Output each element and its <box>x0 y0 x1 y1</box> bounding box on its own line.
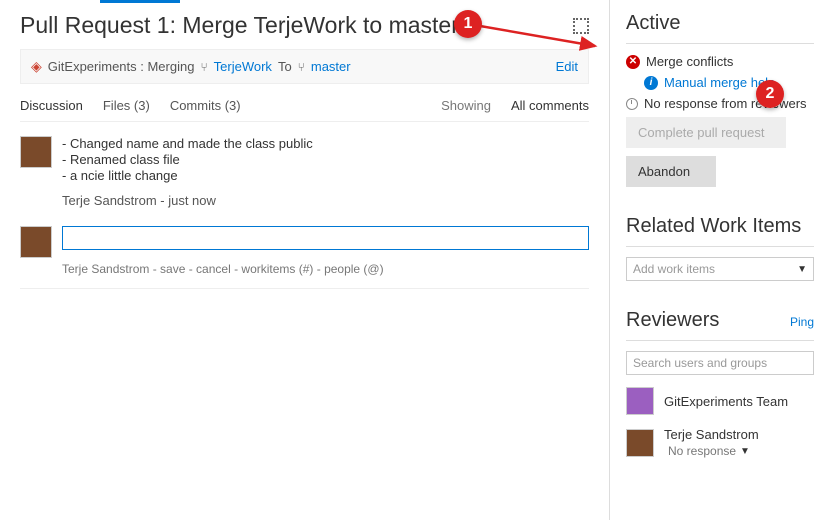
fullscreen-icon[interactable] <box>573 18 589 34</box>
merge-conflicts-label: Merge conflicts <box>646 54 733 69</box>
branch-icon: ⑂ <box>298 60 305 74</box>
divider <box>20 288 589 289</box>
branch-bar: ◈ GitExperiments : Merging ⑂ TerjeWork T… <box>20 49 589 84</box>
comment-meta: Terje Sandstrom - just now <box>62 193 589 208</box>
page-title: Pull Request 1: Merge TerjeWork to maste… <box>20 12 459 39</box>
showing-label: Showing <box>441 98 491 113</box>
tab-commits[interactable]: Commits (3) <box>170 98 241 113</box>
repo-icon: ◈ <box>31 58 42 75</box>
annotation-marker-2: 2 <box>756 80 784 108</box>
reviewer-status: No response <box>668 444 736 458</box>
compose-hint: Terje Sandstrom - save - cancel - workit… <box>62 262 589 276</box>
complete-pr-button: Complete pull request <box>626 117 786 148</box>
chevron-down-icon[interactable]: ▼ <box>740 446 750 457</box>
annotation-marker-1: 1 <box>454 10 482 38</box>
avatar <box>20 226 52 258</box>
add-work-items-dropdown[interactable]: Add work items▼ <box>626 257 814 281</box>
related-work-items-header: Related Work Items <box>626 215 814 238</box>
info-icon: i <box>644 76 658 90</box>
branch-icon: ⑂ <box>200 60 207 74</box>
team-avatar <box>626 387 654 415</box>
comments-filter[interactable]: All comments <box>511 98 589 113</box>
abandon-button[interactable]: Abandon <box>626 156 716 187</box>
repo-name: GitExperiments : Merging <box>48 59 195 74</box>
target-branch-link[interactable]: master <box>311 59 351 74</box>
search-reviewers-input[interactable]: Search users and groups <box>626 351 814 375</box>
avatar <box>626 429 654 457</box>
avatar <box>20 136 52 168</box>
error-icon: ✕ <box>626 55 640 69</box>
reviewer-row: Terje Sandstrom No response ▼ <box>626 427 814 458</box>
comment-block: - Changed name and made the class public… <box>20 136 589 208</box>
comment-line: - Changed name and made the class public <box>62 136 589 151</box>
source-branch-link[interactable]: TerjeWork <box>214 59 272 74</box>
comment-line: - Renamed class file <box>62 152 589 167</box>
tab-discussion[interactable]: Discussion <box>20 98 83 113</box>
reviewer-row: GitExperiments Team <box>626 387 814 415</box>
tab-files[interactable]: Files (3) <box>103 98 150 113</box>
reviewer-name[interactable]: Terje Sandstrom <box>664 427 759 442</box>
edit-link[interactable]: Edit <box>556 59 578 74</box>
to-label: To <box>278 59 292 74</box>
divider <box>626 43 814 44</box>
reviewer-name[interactable]: GitExperiments Team <box>664 394 788 409</box>
comment-input[interactable] <box>62 226 589 250</box>
divider <box>626 246 814 247</box>
ping-link[interactable]: Ping <box>790 315 814 329</box>
active-tab-indicator <box>100 0 180 3</box>
comment-line: - a ncie little change <box>62 168 589 183</box>
divider <box>626 340 814 341</box>
status-header: Active <box>626 12 814 35</box>
clock-icon <box>626 98 638 110</box>
chevron-down-icon: ▼ <box>797 264 807 275</box>
reviewers-header: Reviewers Ping <box>626 309 814 332</box>
